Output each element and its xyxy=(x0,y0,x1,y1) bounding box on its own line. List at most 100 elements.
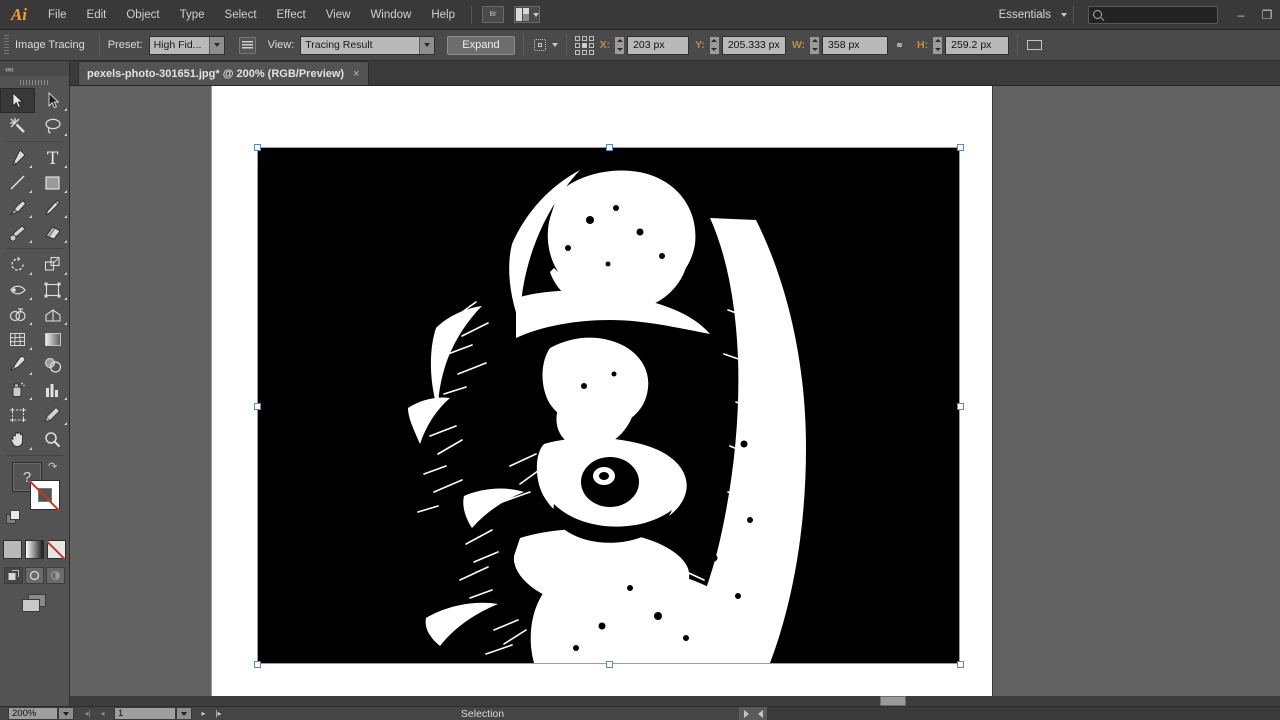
artboard[interactable] xyxy=(211,86,993,706)
menu-file[interactable]: File xyxy=(38,0,77,30)
menu-help[interactable]: Help xyxy=(421,0,465,30)
workspace-switcher[interactable]: Essentials xyxy=(993,9,1067,21)
tool-flyout-indicator xyxy=(29,215,32,218)
scroll-left-button[interactable] xyxy=(753,707,767,720)
menu-edit[interactable]: Edit xyxy=(77,0,117,30)
shape-builder-tool[interactable] xyxy=(0,302,35,327)
artboard-number-field[interactable]: 1 xyxy=(114,707,176,720)
collapse-tools-button[interactable]: «« xyxy=(0,61,69,76)
color-button[interactable] xyxy=(3,540,22,559)
x-field[interactable]: 203 px xyxy=(627,35,690,55)
draw-behind-button[interactable] xyxy=(25,567,44,584)
w-stepper[interactable] xyxy=(809,35,821,55)
constrain-proportions-icon[interactable]: ⚭ xyxy=(893,38,906,53)
draw-normal-button[interactable] xyxy=(4,567,23,584)
symbol-sprayer-tool[interactable] xyxy=(0,377,35,402)
horizontal-scrollbar-thumb[interactable] xyxy=(880,696,906,706)
h-stepper[interactable] xyxy=(932,35,944,55)
transform-icon xyxy=(532,37,548,53)
magic-wand-tool[interactable] xyxy=(0,113,35,138)
align-icon[interactable] xyxy=(1026,37,1043,53)
none-button[interactable] xyxy=(47,540,66,559)
lasso-tool[interactable] xyxy=(35,113,70,138)
menu-view[interactable]: View xyxy=(316,0,361,30)
rotate-tool[interactable] xyxy=(0,252,35,277)
selection-tool[interactable] xyxy=(0,88,35,113)
y-stepper[interactable] xyxy=(708,35,720,55)
perspective-grid-tool[interactable] xyxy=(35,302,70,327)
width-tool[interactable] xyxy=(0,277,35,302)
swap-fill-stroke-icon[interactable]: ↷ xyxy=(48,460,61,473)
divider xyxy=(1017,34,1019,56)
x-label: X: xyxy=(599,39,611,51)
tools-panel-grip[interactable] xyxy=(0,76,69,88)
pencil-tool[interactable] xyxy=(35,195,70,220)
x-stepper[interactable] xyxy=(614,35,626,55)
status-text[interactable]: Selection xyxy=(226,708,739,720)
reference-point-selector[interactable] xyxy=(574,35,594,55)
menu-type[interactable]: Type xyxy=(170,0,215,30)
next-artboard-button[interactable]: ▸ xyxy=(196,707,211,720)
close-icon[interactable]: × xyxy=(353,68,359,80)
eyedropper-tool[interactable] xyxy=(0,352,35,377)
hand-tool[interactable] xyxy=(0,427,35,452)
first-artboard-button[interactable]: ◂| xyxy=(80,707,95,720)
traced-image-artwork[interactable] xyxy=(258,148,959,663)
status-menu-button[interactable] xyxy=(739,707,753,720)
previous-artboard-button[interactable]: ◂ xyxy=(95,707,110,720)
minimize-button[interactable]: – xyxy=(1228,5,1254,25)
restore-button[interactable]: ❐ xyxy=(1254,5,1280,25)
zoom-level-field[interactable]: 200% xyxy=(8,707,58,720)
type-tool[interactable]: T xyxy=(35,145,70,170)
column-graph-tool[interactable] xyxy=(35,377,70,402)
control-bar-grip[interactable] xyxy=(4,35,9,55)
scale-tool[interactable] xyxy=(35,252,70,277)
slice-tool[interactable] xyxy=(35,402,70,427)
y-field[interactable]: 205.333 px xyxy=(721,35,786,55)
stroke-swatch[interactable] xyxy=(28,480,61,512)
mesh-tool[interactable] xyxy=(0,327,35,352)
w-label: W: xyxy=(791,39,806,51)
last-artboard-button[interactable]: |▸ xyxy=(211,707,226,720)
pen-tool[interactable] xyxy=(0,145,35,170)
draw-inside-button[interactable] xyxy=(46,567,65,584)
menu-object[interactable]: Object xyxy=(116,0,169,30)
default-fill-stroke-icon[interactable] xyxy=(6,510,21,525)
artboard-tool[interactable] xyxy=(0,402,35,427)
image-tracing-panel-icon[interactable] xyxy=(238,36,256,54)
menu-select[interactable]: Select xyxy=(215,0,267,30)
artboard-dropdown-arrow[interactable] xyxy=(176,707,192,720)
blob-brush-tool[interactable] xyxy=(0,220,35,245)
line-segment-tool[interactable] xyxy=(0,170,35,195)
blend-tool[interactable] xyxy=(35,352,70,377)
zoom-dropdown-arrow[interactable] xyxy=(58,707,74,720)
expand-button[interactable]: Expand xyxy=(447,35,515,55)
menu-effect[interactable]: Effect xyxy=(267,0,316,30)
paintbrush-tool[interactable] xyxy=(0,195,35,220)
eraser-tool[interactable] xyxy=(35,220,70,245)
status-bar-right xyxy=(739,707,767,720)
zoom-tool[interactable] xyxy=(35,427,70,452)
horizontal-scrollbar[interactable] xyxy=(70,696,1280,706)
free-transform-tool[interactable] xyxy=(35,277,70,302)
document-tab[interactable]: pexels-photo-301651.jpg* @ 200% (RGB/Pre… xyxy=(78,61,369,85)
search-input[interactable] xyxy=(1088,5,1218,24)
w-field[interactable]: 358 px xyxy=(822,35,889,55)
gradient-button[interactable] xyxy=(25,540,44,559)
view-dropdown[interactable]: Tracing Result xyxy=(300,35,436,55)
tool-flyout-indicator xyxy=(29,447,32,450)
h-field[interactable]: 259.2 px xyxy=(945,35,1010,55)
panel-lines xyxy=(241,40,253,50)
gradient-tool[interactable] xyxy=(35,327,70,352)
arrange-documents-icon[interactable] xyxy=(514,6,540,23)
transform-options-button[interactable] xyxy=(532,37,558,53)
direct-selection-tool[interactable] xyxy=(35,88,70,113)
change-screen-mode-icon xyxy=(21,594,48,614)
bridge-icon[interactable]: Br xyxy=(482,6,504,23)
menu-window[interactable]: Window xyxy=(360,0,421,30)
screen-mode-button[interactable] xyxy=(0,594,69,614)
illustrator-window: Ai File Edit Object Type Select Effect V… xyxy=(0,0,1280,720)
rectangle-tool[interactable] xyxy=(35,170,70,195)
canvas-area[interactable] xyxy=(70,86,1280,706)
preset-dropdown[interactable]: High Fid... xyxy=(148,35,225,55)
